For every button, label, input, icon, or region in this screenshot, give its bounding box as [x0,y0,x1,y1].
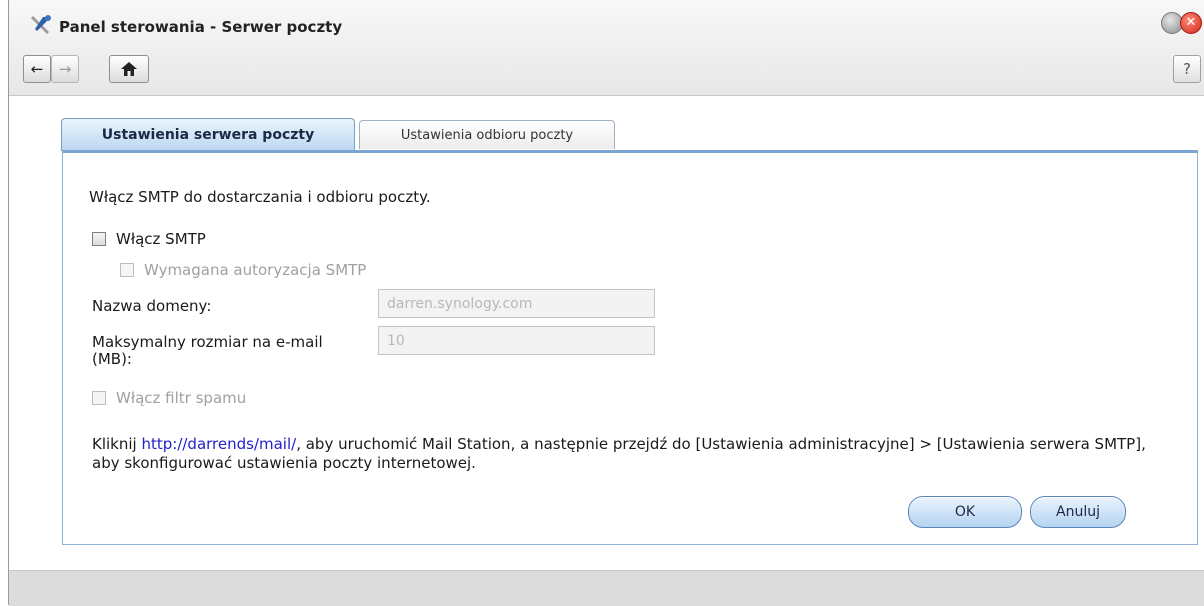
window-title: Panel sterowania - Serwer poczty [59,18,343,36]
enable-smtp-label: Włącz SMTP [116,230,206,248]
tab-mail-server-settings[interactable]: Ustawienia serwera poczty [61,118,355,151]
title-bar: Panel sterowania - Serwer poczty ✕ ← → ? [9,0,1204,96]
ok-button[interactable]: OK [908,496,1022,528]
mail-station-link[interactable]: http://darrends/mail/ [141,435,296,453]
smtp-auth-label: Wymagana autoryzacja SMTP [144,261,367,279]
cancel-button[interactable]: Anuluj [1030,496,1126,528]
max-size-label: Maksymalny rozmiar na e-mail (MB): [92,333,323,368]
spam-filter-row: Włącz filtr spamu [92,389,246,407]
info-prefix: Kliknij [92,435,142,453]
forward-button[interactable]: → [51,55,79,83]
status-bar [9,570,1204,606]
spam-filter-checkbox [92,391,106,405]
tab-mail-receiving-settings[interactable]: Ustawienia odbioru poczty [359,120,615,149]
close-icon: ✕ [1185,15,1197,30]
enable-smtp-row[interactable]: Włącz SMTP [92,230,206,248]
home-button[interactable] [109,55,149,83]
max-size-field: 10 [378,326,655,355]
enable-smtp-checkbox[interactable] [92,232,106,246]
tools-icon [31,15,51,34]
smtp-auth-checkbox [120,263,134,277]
arrow-right-icon: → [58,60,72,78]
back-button[interactable]: ← [23,55,51,83]
domain-label: Nazwa domeny: [92,297,212,315]
settings-panel: Włącz SMTP do dostarczania i odbioru poc… [62,150,1198,545]
domain-field: darren.synology.com [378,289,655,318]
home-icon [121,62,137,76]
intro-text: Włącz SMTP do dostarczania i odbioru poc… [89,188,431,206]
control-panel-window: Panel sterowania - Serwer poczty ✕ ← → ?… [8,0,1204,606]
smtp-auth-row: Wymagana autoryzacja SMTP [120,261,366,279]
spam-filter-label: Włącz filtr spamu [116,389,247,407]
info-text: Kliknij http://darrends/mail/, aby uruch… [92,435,1152,473]
arrow-left-icon: ← [30,60,44,78]
close-button[interactable]: ✕ [1180,12,1202,34]
help-button[interactable]: ? [1173,55,1201,83]
